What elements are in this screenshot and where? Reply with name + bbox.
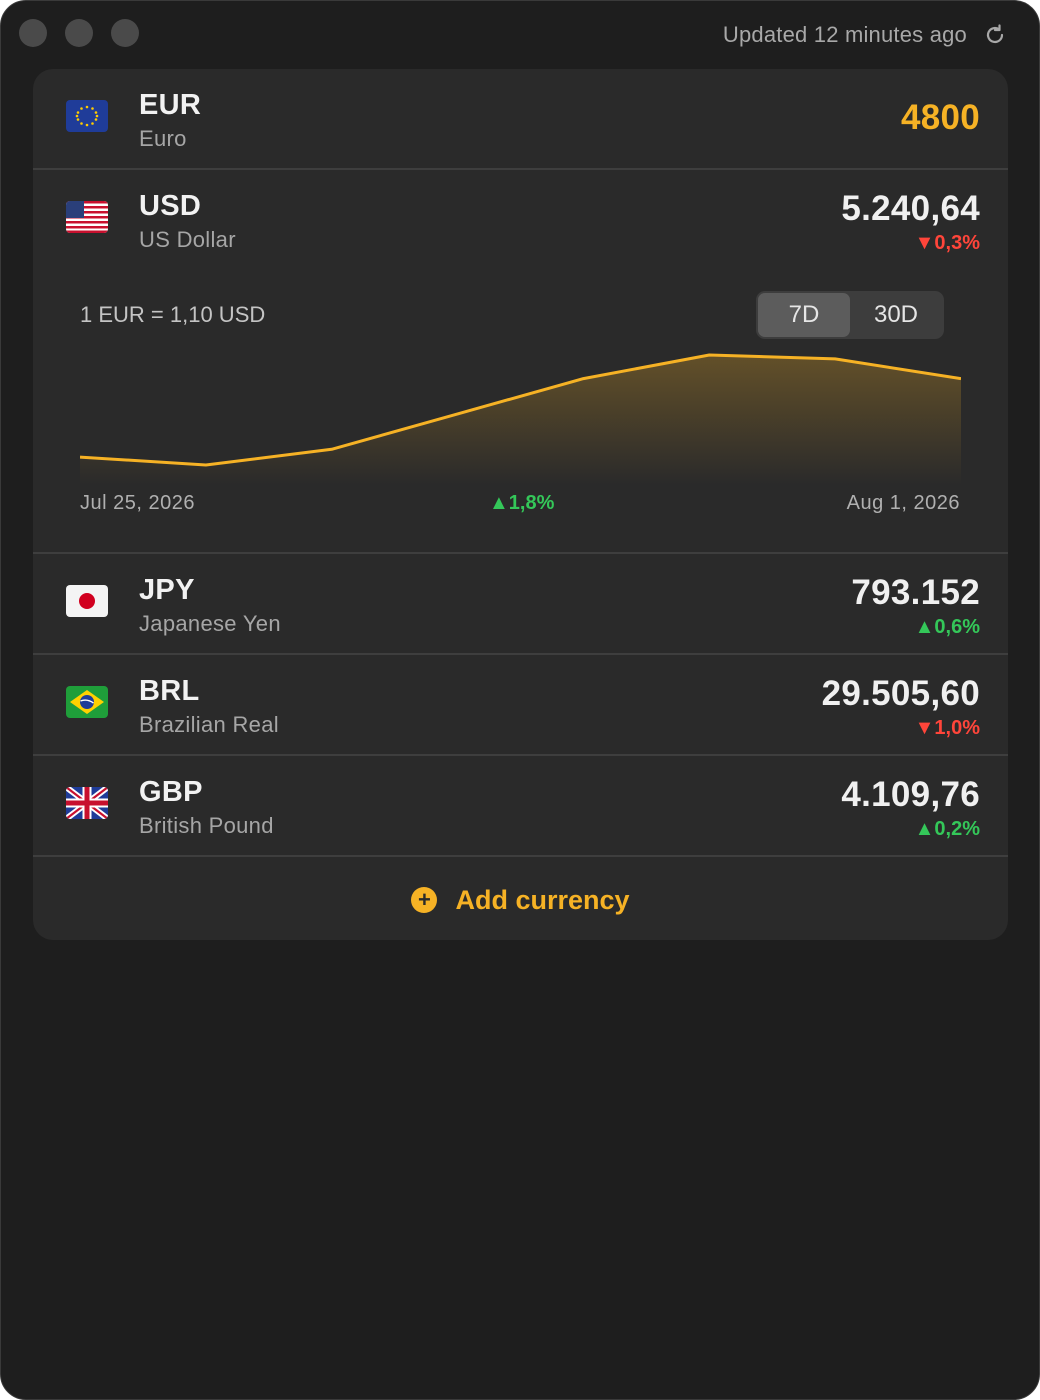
base-currency-row[interactable]: EUR Euro 4800 (33, 69, 1008, 170)
converted-value: 793.152 (851, 573, 980, 612)
currency-code: JPY (139, 574, 195, 606)
converted-value: 29.505,60 (821, 674, 980, 713)
currency-name: British Pound (139, 813, 274, 838)
change-badge: ▲0,2% (914, 818, 980, 840)
currency-row-jpy[interactable]: JPY Japanese Yen 793.152 ▲0,6% (33, 554, 1008, 655)
change-badge: ▼0,3% (914, 232, 980, 254)
eu-flag-icon (66, 100, 108, 132)
currency-code: USD (139, 190, 202, 222)
jp-flag-icon (66, 585, 108, 617)
currency-row-brl[interactable]: BRL Brazilian Real 29.505,60 ▼1,0% (33, 655, 1008, 756)
change-badge: ▲0,6% (914, 616, 980, 638)
currency-row-usd[interactable]: USD US Dollar 5.240,64 ▼0,3% 1 EUR = 1,1… (33, 170, 1008, 554)
currency-name: Euro (139, 126, 187, 151)
range-7d-button[interactable]: 7D (758, 293, 850, 337)
br-flag-icon (66, 686, 108, 718)
refresh-icon[interactable] (983, 23, 1007, 47)
range-selector: 7D 30D (756, 291, 944, 339)
currency-row-gbp[interactable]: GBP British Pound 4.109,76 ▲0,2% (33, 756, 1008, 857)
currency-name: Japanese Yen (139, 611, 281, 636)
minimize-window-button[interactable] (65, 19, 93, 47)
gb-flag-icon (66, 787, 108, 819)
us-flag-icon (66, 201, 108, 233)
chart-start-date: Jul 25, 2026 (80, 492, 195, 514)
chart-end-date: Aug 1, 2026 (846, 492, 960, 514)
range-30d-button[interactable]: 30D (850, 293, 942, 337)
change-badge: ▼1,0% (914, 717, 980, 739)
last-updated-text: Updated 12 minutes ago (722, 22, 967, 47)
converted-value: 4.109,76 (841, 775, 980, 814)
plus-circle-icon: + (411, 887, 438, 913)
currency-code: GBP (139, 776, 203, 808)
rate-history-chart (80, 353, 961, 485)
period-change-badge: ▲1,8% (489, 492, 555, 514)
currency-name: Brazilian Real (139, 712, 279, 737)
currency-code: BRL (139, 675, 200, 707)
converted-value: 5.240,64 (841, 189, 980, 228)
base-amount-input[interactable]: 4800 (901, 98, 980, 138)
zoom-window-button[interactable] (111, 19, 139, 47)
add-currency-button[interactable]: + Add currency (33, 860, 1008, 940)
add-currency-label: Add currency (455, 884, 630, 915)
close-window-button[interactable] (19, 19, 47, 47)
currency-code: EUR (139, 89, 202, 121)
currency-name: US Dollar (139, 227, 236, 252)
app-window: Updated 12 minutes ago EUR Euro 4800 USD… (0, 0, 1040, 1400)
currency-card: EUR Euro 4800 USD US Dollar 5.240,64 ▼0,… (33, 69, 1008, 940)
window-controls (19, 19, 139, 47)
exchange-rate-text: 1 EUR = 1,10 USD (80, 302, 266, 327)
